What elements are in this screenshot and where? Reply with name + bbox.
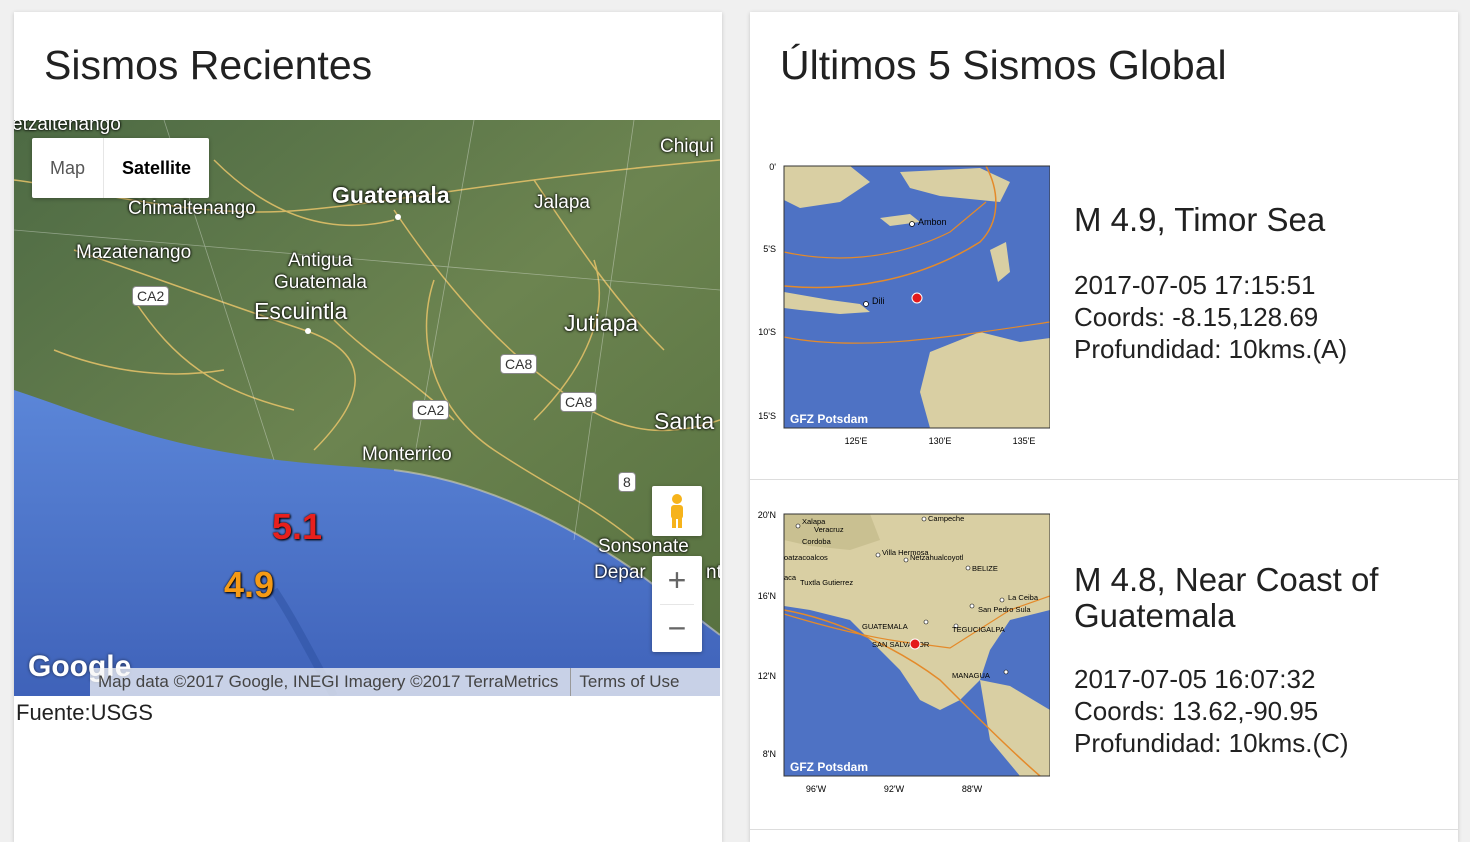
map-place-label: Campeche: [928, 514, 964, 523]
map-place-label: TEGUCIGALPA: [952, 625, 1005, 634]
map-credit: GFZ Potsdam: [790, 412, 868, 426]
zoom-control: + −: [652, 556, 702, 652]
zoom-in-button[interactable]: +: [652, 556, 702, 604]
map-place-label: GUATEMALA: [862, 622, 908, 631]
zoom-out-button[interactable]: −: [652, 604, 702, 652]
y-tick-label: 12'N: [758, 671, 776, 681]
x-tick-label: 130'E: [929, 436, 952, 446]
quake-list-item[interactable]: Ambon Dili GFZ Potsdam 0' 5'S 10'S 15'S …: [750, 152, 1458, 480]
x-tick-label: 96'W: [806, 784, 827, 794]
map-place-label: Ambon: [918, 217, 947, 227]
map-place-label: BELIZE: [972, 564, 998, 573]
map-place-label: Netzahualcoyotl: [910, 553, 964, 562]
terms-of-use-link[interactable]: Terms of Use: [570, 668, 687, 696]
map-credit: GFZ Potsdam: [790, 760, 868, 774]
quake-location-map: Ambon Dili GFZ Potsdam 0' 5'S 10'S 15'S …: [758, 162, 1050, 446]
map-type-satellite-button[interactable]: Satellite: [103, 138, 209, 198]
map-place-label: Veracruz: [814, 525, 844, 534]
zoom-divider: [660, 604, 694, 605]
map-label-jutiapa: Jutiapa: [564, 310, 639, 336]
map-label-guatemala: Guatemala: [332, 182, 450, 208]
quake-marker[interactable]: 4.9: [224, 564, 274, 606]
map-place-label: oatzacoalcos: [784, 553, 828, 562]
map-place-label: San Pedro Sula: [978, 605, 1031, 614]
map-label-monterrico: Monterrico: [362, 444, 452, 465]
map-label-sonsonate: Sonsonate: [598, 536, 689, 557]
x-tick-label: 92'W: [884, 784, 905, 794]
map-type-control: Map Satellite: [32, 138, 210, 198]
y-tick-label: 10'S: [758, 327, 776, 337]
y-tick-label: 16'N: [758, 591, 776, 601]
y-tick-label: 20'N: [758, 510, 776, 520]
route-shield-ca8: CA8: [560, 392, 598, 412]
map-place-label: La Ceiba: [1008, 593, 1039, 602]
x-tick-label: 88'W: [962, 784, 983, 794]
y-tick-label: 5'S: [763, 244, 776, 254]
quake-date: 2017-07-05 16:07:32: [1074, 664, 1316, 694]
map-type-map-button[interactable]: Map: [32, 138, 103, 198]
recent-quakes-card: Sismos Recientes Map Satellite etzaltena…: [14, 12, 722, 842]
quake-list-item[interactable]: Campeche Xalapa Veracruz Cordoba oatzaco…: [750, 480, 1458, 830]
map-place-label: Tuxtla Gutierrez: [800, 578, 853, 587]
quake-title: M 4.9, Timor Sea: [1074, 201, 1326, 238]
quake-title: M 4.8, Near Coast of Guatemala: [1074, 561, 1379, 634]
map-label-departamento-end: nt: [706, 562, 720, 583]
route-shield-ca2: CA2: [412, 400, 450, 420]
map-place-label: aca: [784, 573, 797, 582]
y-tick-label: 0': [769, 162, 776, 172]
map-label-departamento: Depar: [594, 562, 646, 583]
route-shield-ca8: CA8: [500, 354, 538, 374]
quake-date: 2017-07-05 17:15:51: [1074, 270, 1316, 300]
map-label-chiquimula: Chiqui: [660, 136, 714, 157]
map-label-mazatenango: Mazatenango: [76, 242, 192, 263]
x-tick-label: 135'E: [1013, 436, 1036, 446]
map-label-antigua: Antigua: [288, 250, 353, 271]
map-label-chimaltenango: Chimaltenango: [128, 198, 256, 219]
y-tick-label: 15'S: [758, 411, 776, 421]
map-data-credit: Map data ©2017 Google, INEGI Imagery ©20…: [98, 672, 559, 691]
quake-depth: Profundidad: 10kms.(C): [1074, 728, 1349, 758]
map-label-jalapa: Jalapa: [534, 192, 590, 213]
x-tick-label: 125'E: [845, 436, 868, 446]
data-source-label: Fuente:USGS: [16, 700, 153, 725]
quake-depth: Profundidad: 10kms.(A): [1074, 334, 1348, 364]
card-title: Sismos Recientes: [44, 42, 373, 88]
map-label-escuintla: Escuintla: [254, 298, 348, 324]
quake-map[interactable]: Map Satellite etzaltenango Chiqui Guatem…: [14, 120, 720, 696]
quake-coords: Coords: -8.15,128.69: [1074, 302, 1319, 332]
map-place-label: MANAGUA: [952, 671, 990, 680]
quake-location-map: Campeche Xalapa Veracruz Cordoba oatzaco…: [758, 510, 1050, 794]
card-title: Últimos 5 Sismos Global: [780, 42, 1227, 88]
map-label-antigua-guatemala: Guatemala: [274, 272, 367, 293]
route-shield-ca2: CA2: [132, 286, 170, 306]
quake-marker[interactable]: 5.1: [272, 506, 322, 548]
y-tick-label: 8'N: [763, 749, 776, 759]
quake-coords: Coords: 13.62,-90.95: [1074, 696, 1319, 726]
map-label-quetzaltenango: etzaltenango: [14, 120, 121, 135]
map-attribution: Map data ©2017 Google, INEGI Imagery ©20…: [90, 668, 720, 696]
street-view-pegman-icon[interactable]: [652, 486, 702, 536]
route-shield-8: 8: [618, 472, 636, 492]
map-place-label: Dili: [872, 296, 885, 306]
map-place-label: Cordoba: [802, 537, 832, 546]
map-place-label: SAN SALVADOR: [872, 640, 930, 649]
global-quakes-card: Últimos 5 Sismos Global Ambon Dili GFZ P…: [750, 12, 1458, 842]
map-label-santa: Santa: [654, 408, 715, 434]
